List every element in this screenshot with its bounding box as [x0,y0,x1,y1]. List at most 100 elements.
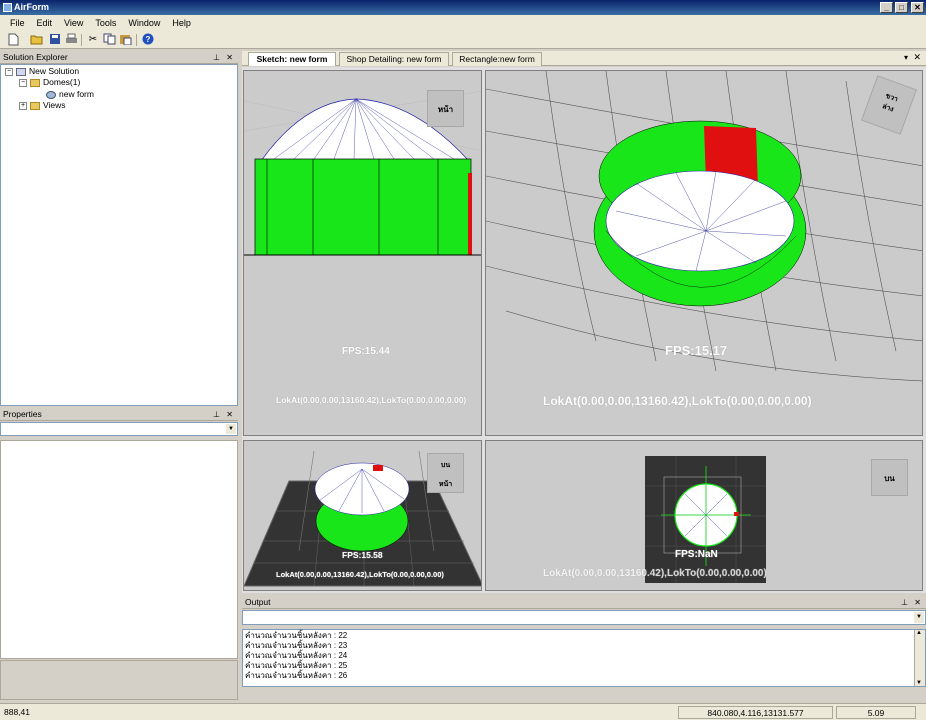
front-viewport[interactable]: หน้า FPS:15.44 LokAt(0.00,0.00,13160.42)… [243,70,482,436]
help-icon[interactable]: ? [141,33,155,47]
view-cube-label: หน้า [438,481,453,488]
chevron-down-icon[interactable]: ▼ [226,424,236,434]
look-at-label: LokAt(0.00,0.00,13160.42),LokTo(0.00,0.0… [276,395,467,405]
view-cube-label: หน้า [437,105,454,114]
output-source-select[interactable]: ▼ [242,610,926,625]
tree-item-new-form[interactable]: new form [46,89,94,100]
world-coords: 840.080,4.116,13131.577 [678,706,833,719]
scroll-down-icon[interactable]: ▼ [916,680,922,686]
fps-label: FPS:15.44 [342,346,390,357]
look-at-label: LokAt(0.00,0.00,13160.42),LokTo(0.00,0.0… [543,394,812,408]
tree-label: New Solution [29,66,80,76]
title-bar: AirForm [0,0,926,15]
chevron-down-icon[interactable]: ▼ [914,612,924,623]
menu-view[interactable]: View [58,15,89,31]
output-line: คำนวณจำนวนชิ้นหลังคา : 23 [245,641,348,650]
output-scrollbar[interactable]: ▲ ▼ [914,630,925,686]
new-icon[interactable] [6,33,20,47]
tree-label: Domes(1) [43,77,81,87]
menu-file[interactable]: File [4,15,31,31]
viewport-area: หน้า FPS:15.44 LokAt(0.00,0.00,13160.42)… [242,67,926,593]
close-panel-icon[interactable]: ✕ [914,596,921,609]
output-line: คำนวณจำนวนชิ้นหลังคา : 25 [245,661,348,670]
tree-label: new form [59,89,94,99]
menu-bar: File Edit View Tools Window Help [0,15,926,31]
solution-explorer-title: Solution Explorer [3,52,68,62]
toolbar: ✂ ? [0,31,926,49]
collapse-icon[interactable]: − [19,78,27,87]
iso-viewport[interactable]: บน หน้า FPS:15.58 LokAt(0.00,0.00,13160.… [243,440,482,591]
scroll-up-icon[interactable]: ▲ [916,630,922,636]
pin-icon[interactable]: ⊥ [213,51,220,64]
perspective-view-drawing [486,71,922,382]
tab-rectangle[interactable]: Rectangle:new form [452,52,542,66]
pin-icon[interactable]: ⊥ [213,408,220,421]
solution-icon [16,67,26,76]
fps-label: FPS:NaN [675,549,718,560]
output-line: คำนวณจำนวนชิ้นหลังคา : 24 [245,651,348,660]
tree-item-new-solution[interactable]: − New Solution [5,66,79,77]
close-panel-icon[interactable]: ✕ [226,408,233,421]
view-cube[interactable]: หน้า [427,90,464,127]
tab-sketch[interactable]: Sketch: new form [248,52,336,66]
folder-icon [30,101,40,110]
object-selector[interactable]: ▼ [0,422,238,436]
cut-icon[interactable]: ✂ [86,33,100,47]
output-header: Output ⊥ ✕ [242,596,926,609]
minimize-button[interactable]: _ [880,2,893,13]
expand-icon[interactable]: + [19,101,27,110]
tab-list-icon[interactable]: ▾ [904,53,908,62]
toolbar-separator [81,34,82,46]
properties-title: Properties [3,409,42,419]
tree-item-domes[interactable]: − Domes(1) [19,77,80,88]
menu-edit[interactable]: Edit [31,15,59,31]
look-at-label: LokAt(0.00,0.00,13160.42),LokTo(0.00,0.0… [276,570,444,579]
tree-item-views[interactable]: + Views [19,100,66,111]
menu-help[interactable]: Help [166,15,197,31]
open-icon[interactable] [30,33,44,47]
view-cube[interactable]: บน หน้า [427,453,464,493]
menu-window[interactable]: Window [122,15,166,31]
paste-icon[interactable] [118,33,132,47]
tree-label: Views [43,100,66,110]
top-viewport[interactable]: บน FPS:NaN LokAt(0.00,0.00,13160.42),Lok… [485,440,923,591]
output-line: คำนวณจำนวนชิ้นหลังคา : 26 [245,671,348,680]
pin-icon[interactable]: ⊥ [901,596,908,609]
perspective-viewport[interactable]: ขวา ล่าง FPS:15.17 LokAt(0.00,0.00,13160… [485,70,923,436]
properties-header: Properties ⊥ ✕ [0,408,238,421]
view-cube[interactable]: บน [871,459,908,496]
solution-tree: − New Solution − Domes(1) new form + Views [0,64,238,406]
output-line: คำนวณจำนวนชิ้นหลังคา : 22 [245,631,348,640]
tab-shop-detailing[interactable]: Shop Detailing: new form [339,52,449,66]
print-icon[interactable] [64,33,78,47]
solution-explorer-header: Solution Explorer ⊥ ✕ [0,51,238,64]
close-button[interactable]: ✕ [911,2,924,13]
zoom-level: 5.09 [836,706,916,719]
view-cube-label: บน [440,462,451,469]
output-title: Output [245,597,271,607]
look-at-label: LokAt(0.00,0.00,13160.42),LokTo(0.00,0.0… [543,568,767,579]
folder-icon [30,78,40,87]
document-tabs: Sketch: new form Shop Detailing: new for… [242,51,926,66]
window-title: AirForm [14,2,50,12]
properties-panel: Properties ⊥ ✕ ▼ [0,408,238,703]
svg-text:?: ? [146,35,151,44]
copy-icon[interactable] [102,33,116,47]
form-icon [46,90,56,99]
fps-label: FPS:15.17 [665,343,728,358]
property-description [0,660,238,700]
view-cube-label: บน [884,474,895,483]
collapse-icon[interactable]: − [5,67,13,76]
close-tab-icon[interactable]: ✕ [913,52,921,63]
app-logo-icon [3,3,12,12]
fps-label: FPS:15.58 [342,550,383,560]
close-panel-icon[interactable]: ✕ [226,51,233,64]
save-icon[interactable] [48,33,62,47]
maximize-button[interactable]: □ [895,2,908,13]
output-panel: Output ⊥ ✕ ▼ คำนวณจำนวนชิ้นหลังคา : 22 ค… [242,596,926,700]
property-grid[interactable] [0,440,238,659]
menu-tools[interactable]: Tools [89,15,122,31]
output-text[interactable]: คำนวณจำนวนชิ้นหลังคา : 22 คำนวณจำนวนชิ้น… [242,629,926,687]
cursor-coords: 888,41 [4,707,30,717]
solution-explorer-panel: Solution Explorer ⊥ ✕ − New Solution − Dom… [0,51,238,406]
